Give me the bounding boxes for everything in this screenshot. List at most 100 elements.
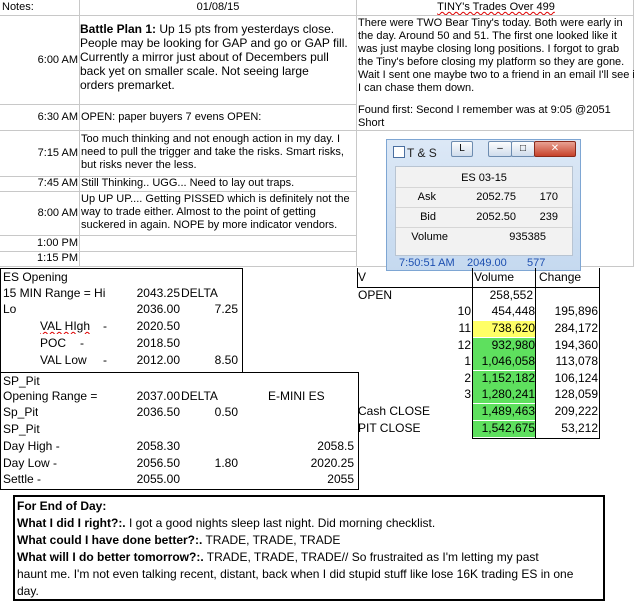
row-label-2: 2 xyxy=(464,371,471,385)
time-100: 1:00 PM xyxy=(37,237,78,249)
settle: 2055.00 xyxy=(136,472,180,486)
opening-range-value: 2037.00 xyxy=(136,389,180,403)
ts-ask-label: Ask xyxy=(417,191,436,203)
gridline xyxy=(357,268,358,288)
es-hi: 2043.25 xyxy=(136,286,180,300)
es-delta-1: 7.25 xyxy=(214,302,238,316)
cash-close-change: 209,222 xyxy=(554,404,598,418)
sp-pit-label-3: SP_Pit xyxy=(3,422,40,436)
row-volume-12: 932,980 xyxy=(473,338,535,354)
es-delta-2: 8.50 xyxy=(214,353,238,367)
tiny-trades-title: TINY's Trades Over 499 xyxy=(437,1,555,13)
val-low: 2012.00 xyxy=(136,353,180,367)
maximize-button[interactable]: □ xyxy=(511,141,535,157)
row-change-10: 195,896 xyxy=(554,304,598,318)
pit-close-change: 53,212 xyxy=(561,421,598,435)
gridline xyxy=(0,130,634,131)
day-low-delta: 1.80 xyxy=(214,456,238,470)
poc: 2018.50 xyxy=(136,336,180,350)
tiny-found-note: Found first: Second I remember was at 9:… xyxy=(358,104,611,129)
eod-q3-cont2: day. xyxy=(17,584,39,598)
note-715: Too much thinking and not enough action … xyxy=(81,133,344,171)
eod-q3-cont: haunt me. I'm not even talking recent, d… xyxy=(17,567,574,581)
day-low-label: Day Low - xyxy=(3,456,58,470)
end-of-day-notes: For End of Day: What I did I right?:. I … xyxy=(17,498,599,600)
date-cell: 01/08/15 xyxy=(196,1,240,13)
es-delta-label: DELTA xyxy=(181,286,218,300)
val-high-label: VAL HIgh xyxy=(40,319,91,333)
ts-last-trade: 7:50:51 AM 2049.00 577 xyxy=(399,257,546,269)
row-change-3: 128,059 xyxy=(554,387,598,401)
gridline xyxy=(0,104,357,105)
sp-delta: 0.50 xyxy=(214,405,238,419)
note-800: Up UP UP.... Getting PISSED which is def… xyxy=(81,193,350,231)
gridline xyxy=(356,0,357,266)
row-label-12: 12 xyxy=(457,338,471,352)
cash-close-label: Cash CLOSE xyxy=(358,404,431,418)
es-lo: 2036.00 xyxy=(136,302,180,316)
row-volume-11: 738,620 xyxy=(473,321,535,337)
ts-volume-value: 935385 xyxy=(509,231,546,243)
settle-emini: 2055 xyxy=(327,472,354,486)
tiny-notes: There were TWO Bear Tiny's today. Both w… xyxy=(358,17,634,94)
change-header: Change xyxy=(539,270,582,284)
dash: - xyxy=(103,353,107,367)
eod-title: For End of Day: xyxy=(17,499,107,513)
row-change-12: 194,360 xyxy=(554,338,598,352)
cash-close-volume: 1,489,463 xyxy=(473,404,535,420)
ts-bid-size: 239 xyxy=(539,211,558,223)
open-label: OPEN xyxy=(358,288,393,302)
opening-range-label: Opening Range = xyxy=(3,389,98,403)
time-745: 7:45 AM xyxy=(37,177,78,189)
row-label-3: 3 xyxy=(464,387,471,401)
link-button[interactable]: L xyxy=(451,141,473,157)
sp-pit-label: SP_Pit xyxy=(3,374,40,388)
row-change-1: 113,078 xyxy=(555,354,599,368)
pit-close-label: PIT CLOSE xyxy=(358,421,421,435)
settle-label: Settle - xyxy=(3,472,42,486)
ts-volume-label: Volume xyxy=(411,231,448,243)
time-600: 6:00 AM xyxy=(37,54,78,66)
battle-plan-note: Battle Plan 1: Up 15 pts from yesterdays… xyxy=(80,22,348,92)
row-change-2: 106,124 xyxy=(554,371,598,385)
emini-label: E-MINI ES xyxy=(268,389,325,403)
gridline xyxy=(0,191,357,192)
ts-ask-price: 2052.75 xyxy=(476,191,516,203)
time-and-sales-window[interactable]: T & S L – □ ✕ ES 03-15 Ask 2052.75 170 B… xyxy=(386,139,581,271)
eod-q2: What could I have done better?:. TRADE, … xyxy=(17,533,341,547)
ts-bid-price: 2052.50 xyxy=(476,211,516,223)
note-630: OPEN: paper buyers 7 evens OPEN: xyxy=(81,111,262,123)
ts-ask-row: Ask 2052.75 170 xyxy=(396,187,572,206)
sp-pit-label-2: Sp_Pit xyxy=(3,405,39,419)
time-800: 8:00 AM xyxy=(37,207,78,219)
row-label-10: 10 xyxy=(457,304,471,318)
row-change-11: 284,172 xyxy=(554,321,598,335)
es-opening-title: ES Opening xyxy=(3,270,68,284)
gridline xyxy=(599,268,600,438)
ts-app-icon xyxy=(393,146,405,158)
time-715: 7:15 AM xyxy=(37,147,78,159)
val-low-label: VAL Low xyxy=(40,353,87,367)
ts-ask-size: 170 xyxy=(539,191,558,203)
dash: - xyxy=(80,336,84,350)
row-volume-10: 454,448 xyxy=(491,304,535,318)
day-low-emini: 2020.25 xyxy=(310,456,354,470)
day-high-label: Day High - xyxy=(3,439,60,453)
row-volume-1: 1,046,058 xyxy=(473,354,535,370)
close-button[interactable]: ✕ xyxy=(534,141,576,157)
range-label: 15 MIN Range = Hi xyxy=(3,286,106,300)
minimize-button[interactable]: – xyxy=(488,141,512,157)
ts-volume-row: Volume 935385 xyxy=(396,227,572,246)
day-high: 2058.30 xyxy=(136,439,180,453)
day-low: 2056.50 xyxy=(136,456,180,470)
ts-window-title: T & S xyxy=(393,146,437,160)
note-745: Still Thinking.. UGG... Need to lay out … xyxy=(81,177,295,189)
ts-bid-label: Bid xyxy=(420,211,436,223)
row-volume-3: 1,280,241 xyxy=(473,387,535,403)
ts-bid-row: Bid 2052.50 239 xyxy=(396,207,572,226)
sp-pit-value: 2036.50 xyxy=(136,405,180,419)
dash: - xyxy=(103,319,107,333)
row-label-1: 1 xyxy=(464,354,471,368)
ts-quote-panel: ES 03-15 Ask 2052.75 170 Bid 2052.50 239… xyxy=(395,166,573,256)
v-header: V xyxy=(358,270,367,284)
